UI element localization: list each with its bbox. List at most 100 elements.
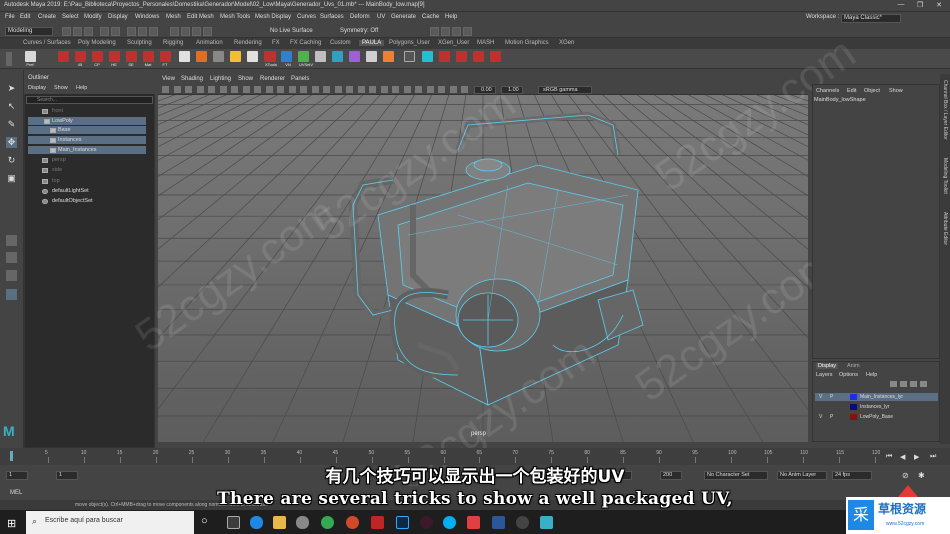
redo-icon[interactable]	[111, 27, 120, 36]
app-red2-icon[interactable]	[371, 516, 384, 529]
layer-row-lowpoly-base[interactable]: V P LowPoly_Base	[815, 413, 938, 421]
shelf-tab-curves-surfaces[interactable]: Curves / Surfaces	[23, 40, 71, 46]
layer-playback-toggle[interactable]: P	[830, 414, 833, 420]
shadows-icon[interactable]	[357, 86, 365, 93]
menu-surfaces[interactable]: Surfaces	[320, 14, 344, 20]
menu-mesh-display[interactable]: Mesh Display	[255, 14, 291, 20]
move-layer-down-icon[interactable]	[900, 381, 907, 387]
layer-tab-anim[interactable]: Anim	[847, 363, 860, 369]
shelf-dice-icon[interactable]	[247, 51, 258, 62]
shelf-purple-icon[interactable]	[349, 51, 360, 62]
taskbar-search-input[interactable]: ⌕ Escribe aquí para buscar	[26, 511, 194, 534]
app-red-icon[interactable]	[346, 516, 359, 529]
anti-aliasing-icon[interactable]	[392, 86, 399, 93]
render-icon[interactable]	[430, 27, 439, 36]
xray-joints-icon[interactable]	[438, 86, 445, 93]
shelf-tab-poly-modeling[interactable]: Poly Modeling	[78, 40, 116, 46]
shelf-ft-icon[interactable]	[160, 51, 171, 62]
shelf-blue-icon[interactable]	[281, 51, 292, 62]
menu-generate[interactable]: Generate	[391, 14, 416, 20]
menu-windows[interactable]: Windows	[135, 14, 159, 20]
shelf-tab-xgen-user[interactable]: XGen_User	[438, 40, 469, 46]
shelf-tab-sculpting[interactable]: Sculpting	[127, 40, 152, 46]
save-scene-icon[interactable]	[84, 27, 93, 36]
menu-create[interactable]: Create	[38, 14, 56, 20]
vp-menu-panels[interactable]: Panels	[291, 76, 309, 82]
outliner-item-instances[interactable]: Instances	[58, 137, 82, 143]
shelf-tab-xgen[interactable]: XGen	[559, 40, 574, 46]
outliner-item-default-object-set[interactable]: defaultObjectSet	[52, 198, 93, 204]
skype-icon[interactable]	[443, 516, 456, 529]
shelf-se-icon[interactable]	[126, 51, 137, 62]
lock-camera-icon[interactable]	[173, 86, 181, 93]
shelf-outline-icon[interactable]	[404, 51, 415, 62]
app-dark-icon[interactable]	[420, 516, 433, 529]
file-explorer-icon[interactable]	[273, 516, 286, 529]
layer-color-swatch[interactable]	[850, 394, 857, 400]
menu-modify[interactable]: Modify	[84, 14, 102, 20]
shelf-menu-icon[interactable]	[6, 52, 12, 66]
layer-tab-display[interactable]: Display	[816, 363, 839, 369]
layer-color-swatch[interactable]	[850, 404, 857, 410]
menu-deform[interactable]: Deform	[350, 14, 370, 20]
grid-icon[interactable]	[219, 86, 227, 93]
render-settings-icon[interactable]	[452, 27, 461, 36]
menu-edit-mesh[interactable]: Edit Mesh	[187, 14, 214, 20]
shelf-tab-polygons-user[interactable]: Polygons_User	[389, 40, 430, 46]
open-scene-icon[interactable]	[73, 27, 82, 36]
vp-menu-lighting[interactable]: Lighting	[210, 76, 231, 82]
layer-row-main-instances[interactable]: V P Main_Instances_lyr	[815, 393, 938, 401]
vp-menu-renderer[interactable]: Renderer	[260, 76, 285, 82]
shelf-mat-icon[interactable]	[143, 51, 154, 62]
shelf-red4-icon[interactable]	[456, 51, 467, 62]
outliner-item-lowpoly[interactable]: LowPoly	[52, 118, 73, 124]
outliner-item-top[interactable]: top	[52, 178, 60, 184]
maximize-button[interactable]: ❐	[912, 1, 928, 11]
app-icon[interactable]	[296, 516, 309, 529]
shelf-tab-motion-graphics[interactable]: Motion Graphics	[505, 40, 549, 46]
shelf-tab-rendering[interactable]: Rendering	[234, 40, 262, 46]
outliner-menu-help[interactable]: Help	[76, 85, 87, 91]
xray-components-icon[interactable]	[449, 86, 457, 93]
outliner-item-default-light-set[interactable]: defaultLightSet	[52, 188, 89, 194]
menu-select[interactable]: Select	[62, 14, 79, 20]
lasso-tool-icon[interactable]: ↖	[6, 101, 17, 112]
select-object-icon[interactable]	[138, 27, 147, 36]
outliner-search-input[interactable]: Search...	[26, 96, 153, 104]
move-layer-up-icon[interactable]	[890, 381, 897, 387]
camera-attrs-icon[interactable]	[185, 86, 192, 93]
go-to-end-icon[interactable]: ⏭	[930, 453, 936, 461]
new-layer-selected-icon[interactable]	[920, 381, 927, 387]
bookmarks-icon[interactable]	[196, 86, 204, 93]
edge-icon[interactable]	[250, 516, 263, 529]
snap-point-icon[interactable]	[192, 27, 201, 36]
tab-modeling-toolkit[interactable]: Modeling Toolkit	[942, 158, 948, 194]
colorspace-dropdown[interactable]: sRGB gamma	[538, 86, 592, 94]
shelf-red6-icon[interactable]	[490, 51, 501, 62]
shelf-tab-animation[interactable]: Animation	[196, 40, 223, 46]
app-red3-icon[interactable]	[467, 516, 480, 529]
shelf-grey-icon[interactable]	[213, 51, 224, 62]
textured-icon[interactable]	[334, 86, 342, 93]
outliner-menu-display[interactable]: Display	[28, 85, 46, 91]
depth-of-field-icon[interactable]	[403, 86, 411, 93]
shelf-cube-icon[interactable]	[179, 51, 190, 62]
ipr-render-icon[interactable]	[441, 27, 450, 36]
menu-file[interactable]: File	[5, 14, 15, 20]
photoshop-icon[interactable]	[396, 516, 409, 529]
shelf-45-icon[interactable]	[75, 51, 86, 62]
channels-menu-channels[interactable]: Channels	[816, 88, 839, 94]
vp-menu-shading[interactable]: Shading	[181, 76, 203, 82]
menu-cache[interactable]: Cache	[422, 14, 439, 20]
shelf-he-icon[interactable]	[109, 51, 120, 62]
layer-menu-options[interactable]: Options	[839, 372, 858, 378]
channels-menu-show[interactable]: Show	[889, 88, 903, 94]
single-view-icon[interactable]	[6, 235, 17, 246]
safe-action-icon[interactable]	[277, 86, 284, 93]
isolate-select-icon[interactable]	[415, 86, 422, 93]
select-tool-icon[interactable]: ➤	[6, 83, 17, 94]
preferences-icon[interactable]	[25, 51, 36, 62]
layer-menu-help[interactable]: Help	[866, 372, 877, 378]
undo-icon[interactable]	[100, 27, 109, 36]
ambient-occlusion-icon[interactable]	[369, 86, 376, 93]
